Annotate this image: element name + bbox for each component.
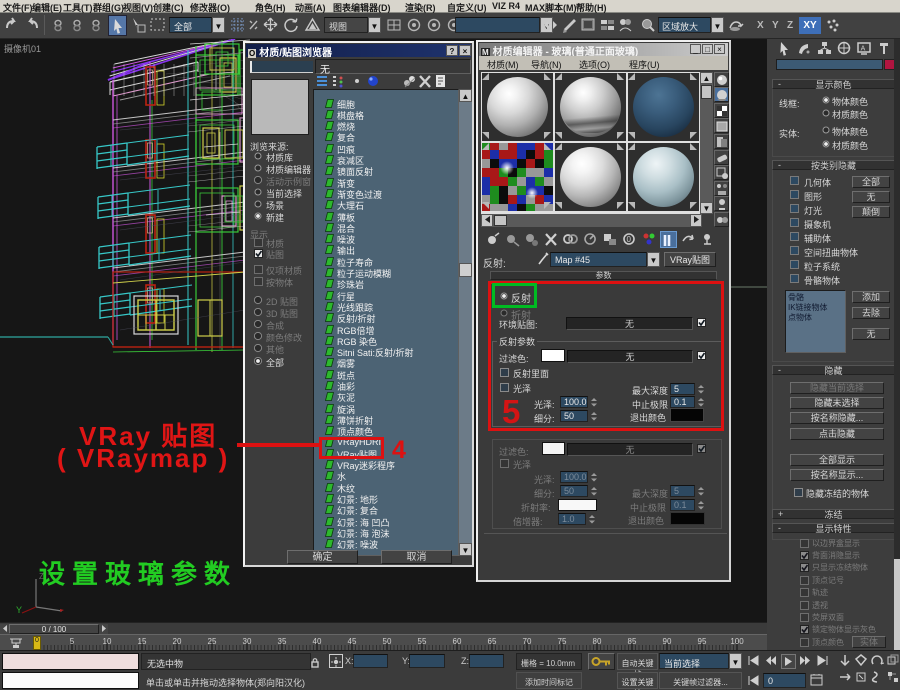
svg-text:100: 100 xyxy=(730,637,744,646)
svg-text:15: 15 xyxy=(138,637,147,646)
svg-text:Y: Y xyxy=(16,605,22,615)
svg-text:75: 75 xyxy=(558,637,567,646)
svg-text:0: 0 xyxy=(627,235,632,244)
svg-text:55: 55 xyxy=(418,637,427,646)
svg-text:85: 85 xyxy=(628,637,637,646)
svg-text:20: 20 xyxy=(173,637,182,646)
svg-text:80: 80 xyxy=(593,637,602,646)
svg-text:25: 25 xyxy=(208,637,217,646)
svg-text:45: 45 xyxy=(348,637,357,646)
svg-text:90: 90 xyxy=(663,637,672,646)
svg-text:65: 65 xyxy=(488,637,497,646)
svg-text:A: A xyxy=(861,46,866,53)
svg-text:10: 10 xyxy=(103,637,112,646)
svg-text:40: 40 xyxy=(313,637,322,646)
svg-text:50: 50 xyxy=(383,637,392,646)
svg-text:35: 35 xyxy=(278,637,287,646)
svg-text:70: 70 xyxy=(523,637,532,646)
svg-text:95: 95 xyxy=(698,637,707,646)
svg-text:5: 5 xyxy=(70,637,75,646)
svg-text:60: 60 xyxy=(453,637,462,646)
svg-text:30: 30 xyxy=(243,637,252,646)
